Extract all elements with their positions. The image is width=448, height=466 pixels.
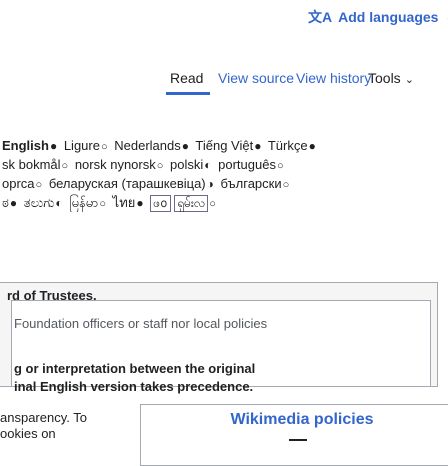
status-filled-icon: ● xyxy=(181,139,189,153)
language-link[interactable]: Tiếng Việt xyxy=(195,138,253,153)
language-link[interactable]: орrса xyxy=(2,176,35,191)
language-link[interactable]: ತಲುಗು xyxy=(24,195,55,210)
notice-panel: rd of Trustees. Foundation officers or s… xyxy=(0,282,438,394)
status-empty-icon: ○ xyxy=(61,160,69,172)
language-link[interactable]: ရှမ်းလ xyxy=(174,195,209,212)
status-filled-icon: ● xyxy=(9,196,18,210)
status-filled-icon: ● xyxy=(136,196,144,210)
tab-view-source[interactable]: View source xyxy=(218,70,294,86)
chevron-down-icon: ⌄ xyxy=(404,74,414,86)
language-link[interactable]: ไทย xyxy=(113,195,136,210)
status-empty-icon: ○ xyxy=(99,198,107,210)
language-row: ಠ● ತಲುಗು◐ မြန်မာ○ ไทย● ဖ⁠ᩅ ရှမ်းလ ○ xyxy=(2,193,446,212)
page-tabs: Read View source View history Tools ⌄ xyxy=(0,70,448,96)
status-filled-icon: ● xyxy=(254,139,262,153)
language-link[interactable]: ဖ⁠ᩅ xyxy=(150,195,171,212)
status-filled-icon: ● xyxy=(49,139,58,153)
status-filled-icon: ◑ xyxy=(206,177,214,191)
tab-read-underline xyxy=(166,92,210,95)
status-filled-icon: ● xyxy=(308,139,316,153)
status-empty-icon: ○ xyxy=(156,160,164,172)
notice-inner: Foundation officers or staff nor local p… xyxy=(11,300,431,394)
language-row: sk bokmål○ norsk nynorsk○ polski◐ portug… xyxy=(2,155,446,174)
add-languages-label: Add languages xyxy=(338,9,439,25)
status-empty-icon: ○ xyxy=(209,198,216,210)
translate-icon: 文A xyxy=(308,9,333,25)
notice-line: g or interpretation between the original xyxy=(14,361,256,376)
language-link[interactable]: Türkçe xyxy=(268,138,308,153)
status-filled-icon: ◐ xyxy=(55,196,63,210)
status-empty-icon: ○ xyxy=(276,160,284,172)
status-empty-icon: ○ xyxy=(100,141,108,153)
tab-view-history[interactable]: View history xyxy=(296,70,371,86)
footer-text: ansparency. To xyxy=(0,410,87,425)
language-link[interactable]: English xyxy=(2,138,49,153)
language-link[interactable]: norsk nynorsk xyxy=(75,157,156,172)
language-link[interactable]: български xyxy=(221,176,282,191)
language-link[interactable]: беларуская (тарашкевіца) xyxy=(49,176,206,191)
tab-read[interactable]: Read xyxy=(170,70,203,86)
add-languages-button[interactable]: 文A Add languages ⌄ xyxy=(308,5,448,29)
language-link[interactable]: ಠ xyxy=(2,195,9,210)
language-link[interactable]: မြန်မာ xyxy=(69,195,98,210)
language-link[interactable]: Ligure xyxy=(64,138,100,153)
status-half-icon: ◐ xyxy=(204,158,212,172)
language-link[interactable]: sk bokmål xyxy=(2,157,61,172)
language-row: English● Ligure○ Nederlands● Tiếng Việt●… xyxy=(2,136,446,155)
footer-text: ookies on xyxy=(0,426,56,441)
tools-label: Tools xyxy=(368,70,401,86)
status-empty-icon: ○ xyxy=(35,179,43,191)
policies-box: Wikimedia policies xyxy=(140,404,448,466)
language-link[interactable]: Nederlands xyxy=(114,138,181,153)
notice-line: inal English version takes precedence. xyxy=(14,379,254,394)
status-empty-icon: ○ xyxy=(282,179,290,191)
language-row: орrса○ беларуская (тарашкевіца)◑ българс… xyxy=(2,174,446,193)
language-link[interactable]: português xyxy=(218,157,276,172)
language-link[interactable]: polski xyxy=(170,157,203,172)
tools-menu-button[interactable]: Tools ⌄ xyxy=(368,70,414,86)
language-list: English● Ligure○ Nederlands● Tiếng Việt●… xyxy=(2,136,446,212)
policies-title-link[interactable]: Wikimedia policies xyxy=(141,411,448,429)
divider xyxy=(289,439,307,441)
notice-line: Foundation officers or staff nor local p… xyxy=(14,316,268,331)
